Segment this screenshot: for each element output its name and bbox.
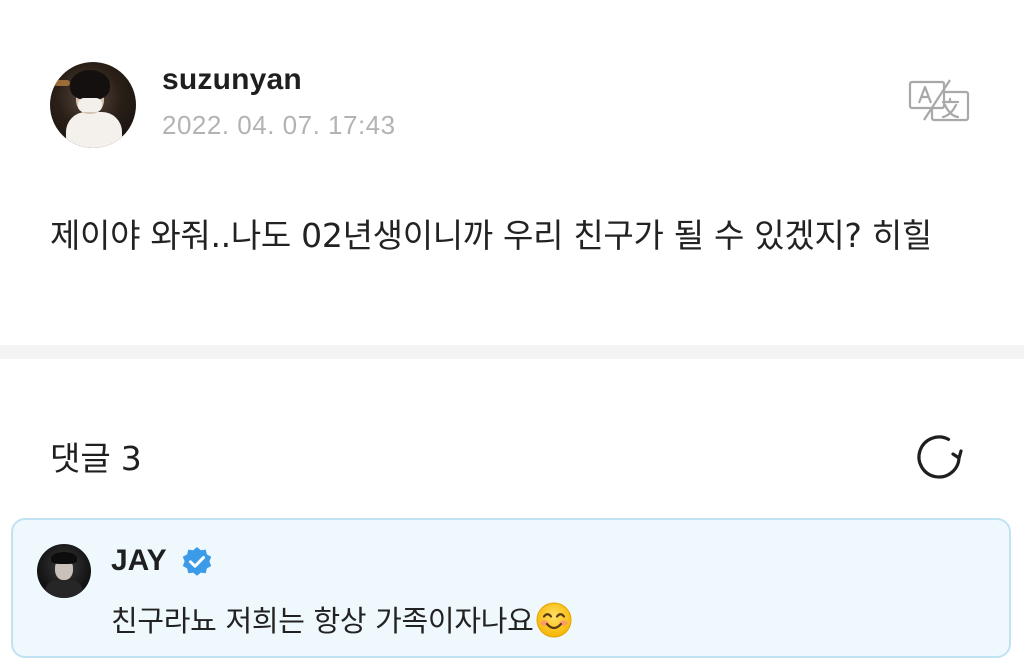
refresh-icon [917,435,963,479]
refresh-button[interactable] [914,431,966,483]
post-body: 제이야 와줘..나도 02년생이니까 우리 친구가 될 수 있겠지? 히힐 [50,216,932,255]
comment-body: 친구라뇨 저희는 항상 가족이자나요 [111,598,573,640]
author-avatar[interactable] [50,62,136,148]
translate-icon [908,79,970,122]
comments-header: 댓글 3 [50,432,142,480]
comments-label: 댓글 [50,439,111,478]
verified-badge-icon [182,547,212,576]
comment-text: 친구라뇨 저희는 항상 가족이자나요 [111,604,534,638]
translate-button[interactable] [906,78,972,124]
author-username[interactable]: suzunyan [162,63,302,97]
smiling-face-emoji-icon [536,602,572,638]
comment-item: JAY 친구라뇨 저희는 항상 가족이자나요 [11,518,1011,658]
post-timestamp: 2022. 04. 07. 17:43 [162,110,396,140]
commenter-avatar[interactable] [37,544,91,598]
section-divider [0,345,1024,359]
commenter-name[interactable]: JAY [111,544,167,578]
post: suzunyan 2022. 04. 07. 17:43 제이야 와줘..나도 … [0,0,1024,345]
comments-count: 3 [120,439,142,478]
